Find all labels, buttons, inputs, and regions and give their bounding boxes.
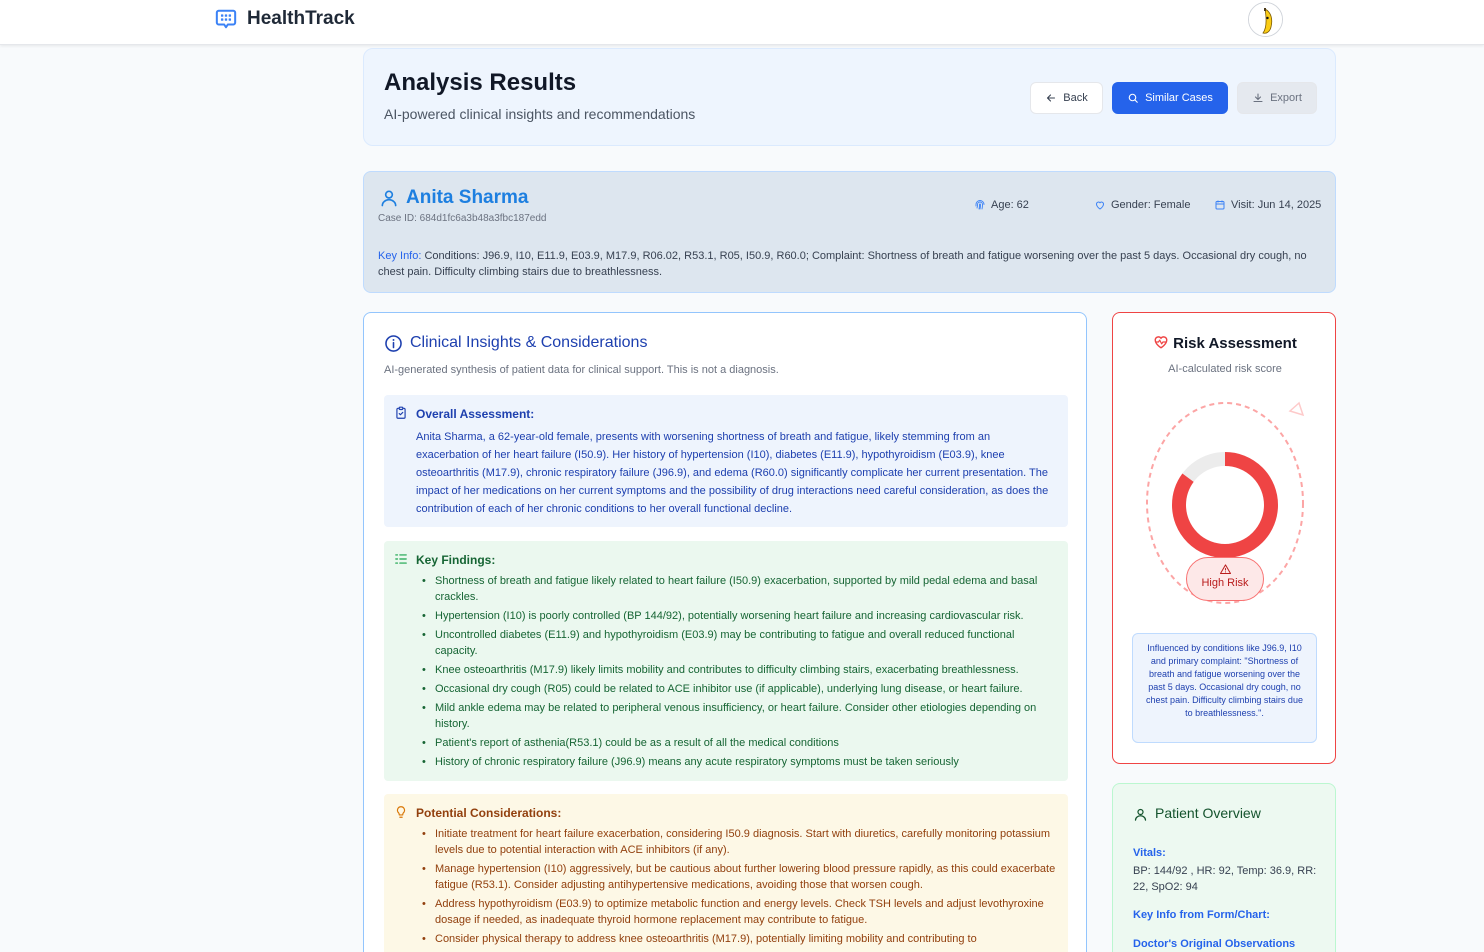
overview-title: Patient Overview [1155,805,1261,821]
considerations-heading: Potential Considerations: [416,806,562,820]
app-name: HealthTrack [247,8,355,29]
key-info: Key Info: Conditions: J96.9, I10, E11.9,… [378,248,1328,280]
list-item: Patient's report of asthenia(R53.1) coul… [419,735,1059,751]
doctor-observations-label: Doctor's Original Observations [1133,938,1296,950]
visit-date: Visit: Jun 14, 2025 [1214,199,1321,211]
export-label: Export [1270,92,1302,104]
risk-subtitle: AI-calculated risk score [1168,363,1282,375]
chat-logo-icon [215,9,237,29]
overall-text: Anita Sharma, a 62-year-old female, pres… [416,431,1049,515]
lightbulb-icon [396,806,406,818]
back-button-label: Back [1063,92,1088,104]
list-item: Hypertension (I10) is poorly controlled … [419,608,1059,624]
risk-title: Risk Assessment [1113,335,1337,352]
page-subtitle: AI-powered clinical insights and recomme… [384,106,696,122]
age-value: Age: 62 [991,199,1029,211]
list-item: Uncontrolled diabetes (E11.9) and hypoth… [419,627,1059,659]
risk-assessment-card: Risk Assessment AI-calculated risk score… [1112,312,1336,764]
potential-considerations-section: Potential Considerations: Initiate treat… [384,794,1068,952]
heart-pulse-icon [1154,336,1168,349]
heart-icon [1095,201,1105,210]
list-item: Address hypothyroidism (E03.9) to optimi… [419,896,1059,928]
findings-heading: Key Findings: [416,553,496,567]
visit-value: Visit: Jun 14, 2025 [1231,199,1322,211]
patient-gender: Gender: Female [1094,199,1190,211]
findings-list: Shortness of breath and fatigue likely r… [419,573,1059,773]
risk-title-text: Risk Assessment [1173,335,1297,352]
risk-note: Influenced by conditions like J96.9, I10… [1132,633,1317,743]
patient-card: Anita Sharma Case ID: 684d1fc6a3b48a3fbc… [363,171,1336,293]
calendar-icon [1215,200,1225,210]
case-id: Case ID: 684d1fc6a3b48a3fbc187edd [378,213,547,224]
user-icon [381,190,397,207]
info-icon [385,335,402,352]
clinical-subtitle: AI-generated synthesis of patient data f… [384,364,779,376]
user-icon [1134,808,1147,821]
patient-age: Age: 62 [974,199,1029,211]
download-icon [1253,93,1263,103]
top-bar: HealthTrack [0,0,1484,45]
overall-assessment-section: Overall Assessment: Anita Sharma, a 62-y… [384,395,1068,527]
list-item: Mild ankle edema may be related to perip… [419,700,1059,732]
list-item: History of chronic respiratory failure (… [419,754,1059,770]
list-icon [395,554,407,564]
patient-name: Anita Sharma [406,187,529,208]
export-button[interactable]: Export [1237,82,1317,114]
gender-value: Gender: Female [1111,199,1191,211]
page-title: Analysis Results [384,69,577,96]
vitals-value: BP: 144/92 , HR: 92, Temp: 36.9, RR: 22,… [1133,865,1317,893]
similar-cases-label: Similar Cases [1145,92,1213,104]
list-item: Knee osteoarthritis (M17.9) likely limit… [419,662,1059,678]
list-item: Initiate treatment for heart failure exa… [419,826,1059,858]
search-icon [1128,93,1138,103]
risk-level-text: High Risk [1201,577,1249,589]
clinical-title: Clinical Insights & Considerations [410,334,648,351]
analysis-header: Analysis Results AI-powered clinical ins… [363,48,1336,146]
overall-heading: Overall Assessment: [416,407,535,421]
considerations-list: Initiate treatment for heart failure exa… [419,826,1059,950]
similar-cases-button[interactable]: Similar Cases [1112,82,1228,114]
avatar[interactable] [1248,2,1283,37]
list-item: Manage hypertension (I10) aggressively, … [419,861,1059,893]
list-item: Shortness of breath and fatigue likely r… [419,573,1059,605]
clinical-insights-card: Clinical Insights & Considerations AI-ge… [363,312,1087,952]
key-info-label: Key Info: [378,250,422,262]
key-info-text: Conditions: J96.9, I10, E11.9, E03.9, M1… [378,250,1307,278]
risk-level-badge: High Risk [1186,557,1264,601]
brand[interactable]: HealthTrack [215,8,355,30]
vitals-label: Vitals: [1133,847,1166,859]
back-button[interactable]: Back [1030,82,1103,114]
fingerprint-icon [975,200,985,210]
key-info-form-label: Key Info from Form/Chart: [1133,909,1270,921]
decor-triangle-icon [1288,401,1305,417]
avatar-image [1249,3,1282,36]
warning-icon [1219,564,1231,575]
arrow-left-icon [1047,94,1056,102]
key-findings-section: Key Findings: Shortness of breath and fa… [384,541,1068,781]
patient-overview-card: Patient Overview Vitals: BP: 144/92 , HR… [1112,783,1336,952]
clipboard-check-icon [396,406,406,419]
list-item: Consider physical therapy to address kne… [419,931,1059,947]
list-item: Occasional dry cough (R05) could be rela… [419,681,1059,697]
